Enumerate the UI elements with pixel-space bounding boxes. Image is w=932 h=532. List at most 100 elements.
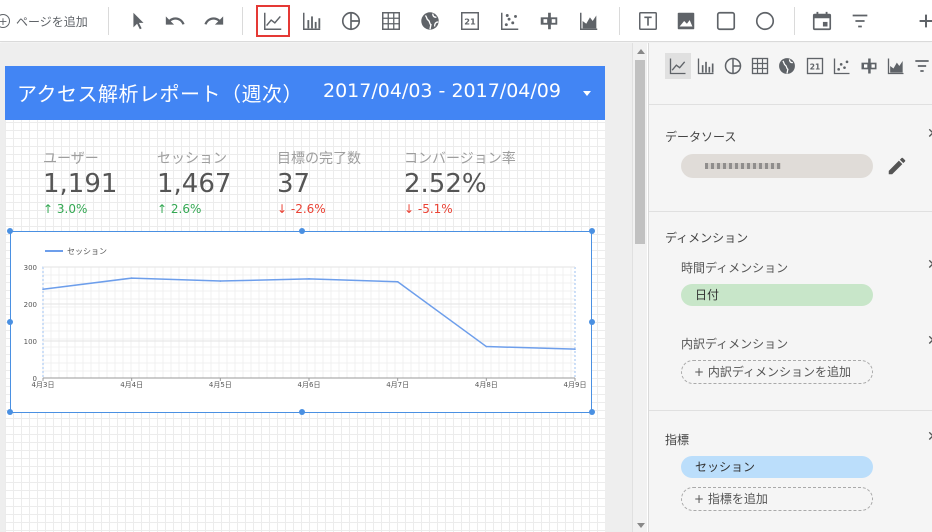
report-header[interactable]: アクセス解析レポート（週次） 2017/04/03 - 2017/04/09	[5, 66, 605, 120]
scroll-thumb[interactable]	[635, 60, 645, 244]
filter-icon	[852, 14, 868, 28]
chart-type-pie[interactable]	[722, 55, 744, 77]
resize-handle[interactable]	[299, 228, 305, 234]
line-chart-icon	[264, 12, 282, 30]
redo-icon	[204, 16, 224, 25]
arrow-up-icon: ↑	[43, 202, 57, 216]
toolbar-divider	[794, 7, 795, 35]
undo-button[interactable]	[161, 7, 189, 35]
add-circle-icon: +	[0, 14, 10, 28]
add-scatter-chart-button[interactable]	[496, 7, 524, 35]
kpi-value: 1,467	[157, 169, 232, 199]
toolbar: + ページを追加 21	[0, 0, 932, 42]
kpi-label: 目標の完了数	[277, 151, 361, 167]
add-area-chart-button[interactable]	[575, 7, 603, 35]
close-icon[interactable]: ✕	[927, 333, 932, 349]
resize-handle[interactable]	[589, 409, 595, 415]
add-date-range-button[interactable]	[808, 7, 836, 35]
resize-handle[interactable]	[299, 409, 305, 415]
chart-type-scatter[interactable]	[831, 55, 853, 77]
edit-data-source-button[interactable]	[886, 155, 908, 177]
chart-type-time-series[interactable]	[665, 53, 691, 79]
x-tick-label: 4月3日	[32, 381, 55, 389]
resize-handle[interactable]	[7, 228, 13, 234]
scorecard-icon: 21	[806, 57, 824, 75]
add-pie-chart-button[interactable]	[337, 7, 365, 35]
report-page[interactable]: アクセス解析レポート（週次） 2017/04/03 - 2017/04/09 ユ…	[5, 66, 605, 532]
scroll-down-icon[interactable]	[637, 523, 645, 528]
canvas-scrollbar[interactable]	[632, 43, 647, 532]
y-tick-label: 300	[24, 264, 37, 272]
data-source-title: データソース	[665, 130, 737, 144]
text-icon	[639, 12, 657, 30]
kpi-delta: ↑ 3.0%	[43, 202, 117, 216]
add-bar-chart-button[interactable]	[298, 7, 326, 35]
add-metric-button[interactable]: + 指標を追加	[681, 487, 873, 511]
report-canvas[interactable]: アクセス解析レポート（週次） 2017/04/03 - 2017/04/09 ユ…	[0, 43, 632, 532]
select-tool-button[interactable]	[124, 7, 152, 35]
kpi-delta-value: 2.6%	[170, 202, 202, 216]
kpi-delta-value: -2.6%	[290, 202, 326, 216]
resize-handle[interactable]	[7, 409, 13, 415]
chart-type-area[interactable]	[885, 55, 907, 77]
calendar-icon	[812, 11, 832, 31]
chart-type-filter[interactable]	[911, 55, 932, 77]
legend-label: セッション	[67, 247, 107, 256]
add-bullet-chart-button[interactable]	[535, 7, 563, 35]
kpi-value: 37	[277, 169, 311, 199]
dimension-section: ディメンション 時間ディメンション ✕ 日付 内訳ディメンション ✕ + 内訳デ…	[649, 213, 932, 411]
globe-icon	[421, 12, 439, 30]
metric-chip[interactable]: セッション	[681, 456, 873, 478]
resize-handle[interactable]	[7, 319, 13, 325]
add-page-label: ページを追加	[16, 14, 88, 29]
x-tick-label: 4月8日	[475, 381, 498, 389]
time-series-chart[interactable]: 0 100 200 300 4月3日 4月4日 4月5日 4月6日 4月7日 4月8日 4月9日 セッ…	[7, 228, 595, 415]
globe-icon	[779, 58, 795, 74]
add-circle-button[interactable]	[751, 7, 779, 35]
dimension-title: ディメンション	[665, 231, 749, 245]
scroll-up-icon[interactable]	[637, 49, 645, 54]
redo-button[interactable]	[200, 7, 228, 35]
add-text-button[interactable]	[634, 7, 662, 35]
chart-type-table[interactable]	[749, 55, 771, 77]
breakdown-dimension-label: 内訳ディメンション	[681, 337, 789, 351]
properties-panel: 21 データソース ✕ ディメ	[648, 43, 932, 532]
chart-type-bullet[interactable]	[858, 55, 880, 77]
chart-type-bar[interactable]	[695, 55, 717, 77]
add-geo-map-button[interactable]	[416, 7, 444, 35]
toolbar-divider	[242, 7, 243, 35]
area-chart-icon	[580, 12, 598, 30]
resize-handle[interactable]	[589, 228, 595, 234]
add-table-button[interactable]	[377, 7, 405, 35]
close-icon[interactable]: ✕	[927, 257, 932, 273]
report-title[interactable]: アクセス解析レポート（週次）	[17, 78, 303, 107]
y-tick-label: 200	[24, 301, 37, 309]
table-icon	[751, 57, 769, 75]
close-icon[interactable]: ✕	[927, 429, 932, 445]
kpi-users[interactable]: ユーザー 1,191 ↑ 3.0%	[43, 148, 117, 216]
close-icon[interactable]: ✕	[927, 126, 932, 142]
kpi-goal-completions[interactable]: 目標の完了数 37 ↓ -2.6%	[277, 148, 361, 216]
more-button[interactable]	[912, 7, 932, 35]
add-time-series-chart-button[interactable]	[256, 5, 290, 37]
kpi-delta: ↓ -5.1%	[404, 202, 516, 216]
date-range-control[interactable]: 2017/04/03 - 2017/04/09	[323, 80, 561, 102]
bar-chart-icon	[303, 12, 321, 30]
add-page-button[interactable]: + ページを追加	[0, 9, 88, 33]
time-dimension-chip[interactable]: 日付	[681, 284, 873, 306]
chart-type-geo[interactable]	[776, 55, 798, 77]
add-breakdown-dimension-button[interactable]: + 内訳ディメンションを追加	[681, 360, 873, 384]
x-tick-label: 4月4日	[120, 381, 143, 389]
add-filter-button[interactable]	[846, 7, 874, 35]
data-source-selector[interactable]	[681, 154, 873, 178]
resize-handle[interactable]	[589, 319, 595, 325]
metric-title: 指標	[665, 433, 690, 447]
add-rectangle-button[interactable]	[712, 7, 740, 35]
kpi-conversion-rate[interactable]: コンバージョン率 2.52% ↓ -5.1%	[404, 148, 516, 216]
kpi-delta: ↑ 2.6%	[157, 202, 231, 216]
chart-type-scorecard[interactable]: 21	[804, 55, 826, 77]
add-scorecard-button[interactable]: 21	[456, 7, 484, 35]
add-image-button[interactable]	[672, 7, 700, 35]
caret-down-icon[interactable]	[583, 91, 591, 96]
kpi-sessions[interactable]: セッション 1,467 ↑ 2.6%	[157, 148, 231, 216]
